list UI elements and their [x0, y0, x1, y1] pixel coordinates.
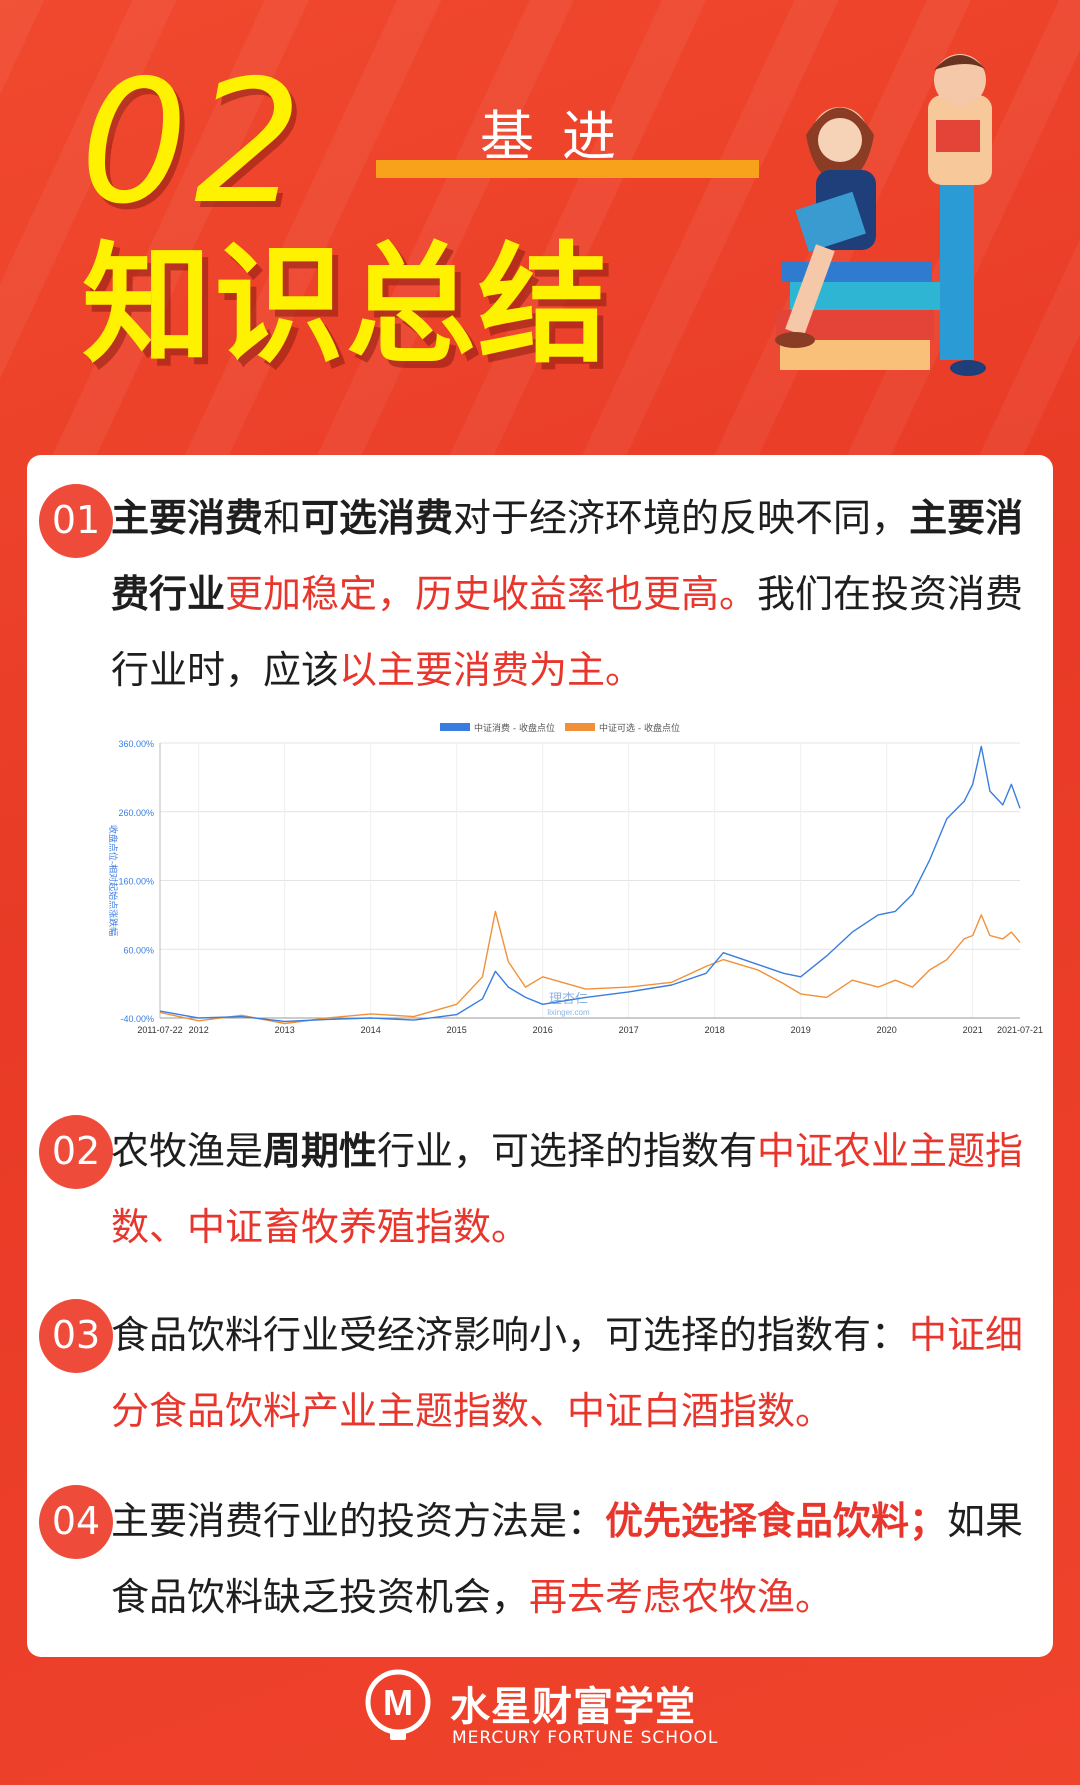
item-badge: 02: [39, 1115, 113, 1189]
summary-card: 01 主要消费和可选消费对于经济环境的反映不同，主要消费行业更加稳定，历史收益率…: [27, 455, 1053, 1657]
item-text: 食品饮料行业受经济影响小，可选择的指数有：中证细分食品饮料产业主题指数、中证白酒…: [111, 1297, 1031, 1449]
x-tick-label: 2020: [877, 1025, 897, 1035]
text-segment: 周期性: [263, 1129, 378, 1173]
item-badge: 01: [39, 484, 113, 558]
text-segment: 农牧渔是: [111, 1129, 264, 1173]
summary-item-3: 03 食品饮料行业受经济影响小，可选择的指数有：中证细分食品饮料产业主题指数、中…: [27, 1297, 1053, 1457]
legend-label: 中证消费 - 收盘点位: [474, 722, 555, 734]
summary-item-2: 02 农牧渔是周期性行业，可选择的指数有中证农业主题指数、中证畜牧养殖指数。: [27, 1113, 1053, 1273]
legend-swatch: [565, 723, 595, 731]
item-text: 主要消费行业的投资方法是：优先选择食品饮料；如果食品饮料缺乏投资机会，再去考虑农…: [111, 1483, 1031, 1635]
logo-letter: M: [383, 1682, 413, 1723]
mercury-logo-icon: M: [365, 1669, 431, 1740]
item-text: 农牧渔是周期性行业，可选择的指数有中证农业主题指数、中证畜牧养殖指数。: [111, 1113, 1031, 1265]
subtitle-underline-bar: [376, 160, 759, 178]
text-segment: 食品饮料行业受经济影响小，可选择的指数有：: [111, 1313, 910, 1357]
x-tick-label: 2019: [791, 1025, 811, 1035]
series-line-optional: [159, 910, 1021, 1025]
y-tick-label: 160.00%: [118, 877, 154, 887]
legend-label: 中证可选 - 收盘点位: [599, 722, 680, 734]
x-tick-label: 2016: [533, 1025, 553, 1035]
y-tick-label: 260.00%: [118, 808, 154, 818]
text-segment: 更加稳定，历史收益率也更高。: [225, 572, 758, 616]
item-badge: 04: [39, 1485, 113, 1559]
text-segment: 对于经济环境的反映不同，: [453, 496, 910, 540]
legend-swatch: [440, 723, 470, 731]
y-tick-label: -40.00%: [120, 1014, 154, 1024]
x-tick-label: 2021-07-21: [997, 1025, 1043, 1035]
series-line-consumer: [159, 745, 1021, 1023]
y-axis-label: 收盘点位-相对起始点涨跌幅: [107, 825, 119, 936]
text-segment: 行业，可选择的指数有: [377, 1129, 758, 1173]
x-tick-label: 2015: [447, 1025, 467, 1035]
text-segment: 和: [263, 496, 302, 540]
page-title: 知识总结: [82, 229, 611, 381]
x-tick-label: 2013: [275, 1025, 295, 1035]
brand-footer: M 水星财富学堂 MERCURY FORTUNE SCHOOL: [360, 1668, 740, 1763]
reading-couple-illustration: [775, 54, 992, 376]
summary-item-4: 04 主要消费行业的投资方法是：优先选择食品饮料；如果食品饮料缺乏投资机会，再去…: [27, 1483, 1053, 1643]
x-tick-label: 2012: [189, 1025, 209, 1035]
watermark-url: lixinger.com: [547, 1008, 590, 1017]
text-segment: 优先选择食品饮料；: [605, 1499, 948, 1543]
item-text: 主要消费和可选消费对于经济环境的反映不同，主要消费行业更加稳定，历史收益率也更高…: [111, 480, 1031, 708]
brand-name: 水星财富学堂: [450, 1684, 696, 1730]
x-tick-label: 2021: [963, 1025, 983, 1035]
text-segment: 主要消费行业的投资方法是：: [111, 1499, 606, 1543]
text-segment: 可选消费: [301, 496, 454, 540]
brand-name-english: MERCURY FORTUNE SCHOOL: [452, 1728, 719, 1748]
y-tick-label: 360.00%: [118, 739, 154, 749]
x-tick-label: 2018: [705, 1025, 725, 1035]
watermark-logo: 理杏仁: [549, 992, 588, 1007]
summary-item-1: 01 主要消费和可选消费对于经济环境的反映不同，主要消费行业更加稳定，历史收益率…: [27, 480, 1053, 710]
item-badge: 03: [39, 1299, 113, 1373]
text-segment: 主要消费: [111, 496, 264, 540]
index-comparison-line-chart: 360.00% 260.00% 160.00% 60.00% -40.00%2011-0…: [107, 722, 1043, 1035]
x-tick-label: 2011-07-22: [137, 1025, 182, 1035]
text-segment: 再去考虑农牧渔。: [529, 1575, 834, 1619]
x-tick-label: 2017: [619, 1025, 639, 1035]
section-number: 02: [80, 44, 309, 242]
text-segment: 以主要消费为主。: [339, 648, 644, 692]
y-tick-label: 60.00%: [123, 945, 154, 955]
x-tick-label: 2014: [361, 1025, 381, 1035]
